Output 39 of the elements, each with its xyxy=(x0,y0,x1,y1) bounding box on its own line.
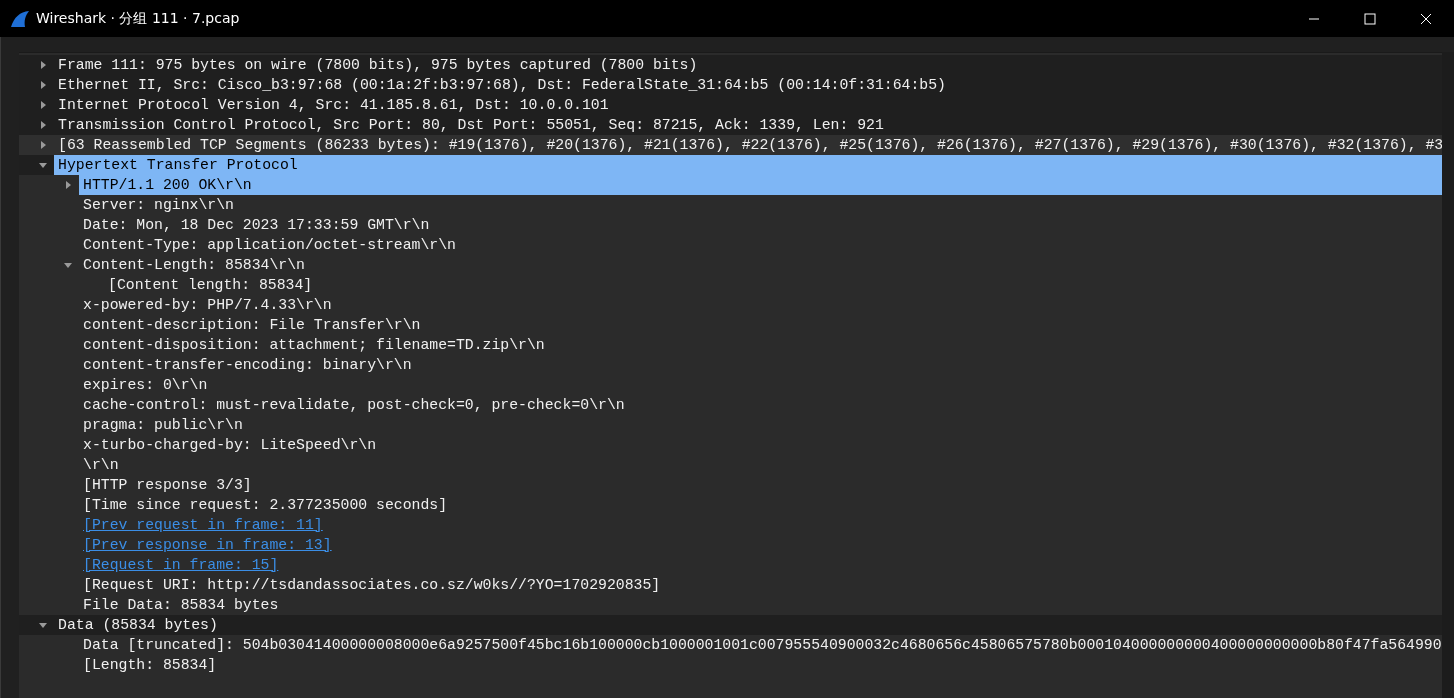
tree-item[interactable]: File Data: 85834 bytes xyxy=(79,595,1442,615)
window-title: Wireshark · 分组 111 · 7.pcap xyxy=(36,9,241,28)
collapse-arrow-icon[interactable] xyxy=(38,160,48,170)
tree-item[interactable]: Server: nginx\r\n xyxy=(79,195,1442,215)
tree-item[interactable]: \r\n xyxy=(79,455,1442,475)
tree-item[interactable]: Hypertext Transfer Protocol xyxy=(54,155,1442,175)
tree-item[interactable]: [Time since request: 2.377235000 seconds] xyxy=(79,495,1442,515)
tree-item[interactable]: expires: 0\r\n xyxy=(79,375,1442,395)
tree-item[interactable]: HTTP/1.1 200 OK\r\n xyxy=(79,175,1442,195)
maximize-icon xyxy=(1364,12,1376,25)
expand-arrow-icon[interactable] xyxy=(38,80,48,90)
collapse-arrow-icon[interactable] xyxy=(63,260,73,270)
tree-item[interactable]: Content-Length: 85834\r\n xyxy=(79,255,1442,275)
tree-item[interactable]: cache-control: must-revalidate, post-check=0, pre-check=0\r\n xyxy=(79,395,1442,415)
tree-item[interactable]: Data [truncated]: 504b03041400000008000e6a9257500f45bc16b100000cb1000001001c007955540900032c4680656c45806575780b000104000000000400000000000b80f47fa564990 xyxy=(79,635,1442,655)
frame-link[interactable]: [Prev response in frame: 13] xyxy=(79,535,1442,555)
tree-item[interactable]: x-turbo-charged-by: LiteSpeed\r\n xyxy=(79,435,1442,455)
tree-item[interactable]: [Request URI: http://tsdandassociates.co.sz/w0ks//?YO=1702920835] xyxy=(79,575,1442,595)
frame-link[interactable]: [Prev request in frame: 11] xyxy=(79,515,1442,535)
tree-item[interactable]: content-disposition: attachment; filename=TD.zip\r\n xyxy=(79,335,1442,355)
expand-arrow-icon[interactable] xyxy=(38,140,48,150)
frame-link[interactable]: [Request in frame: 15] xyxy=(79,555,1442,575)
scrollbar[interactable] xyxy=(1442,52,1454,698)
tree-item[interactable]: [Content length: 85834] xyxy=(104,275,1442,295)
tree-item[interactable]: pragma: public\r\n xyxy=(79,415,1442,435)
tree-item[interactable]: content-description: File Transfer\r\n xyxy=(79,315,1442,335)
expand-arrow-icon[interactable] xyxy=(38,100,48,110)
tree-item[interactable]: [HTTP response 3/3] xyxy=(79,475,1442,495)
shark-fin-icon xyxy=(10,8,30,29)
expand-arrow-icon[interactable] xyxy=(38,120,48,130)
close-icon xyxy=(1420,12,1432,25)
tree-item[interactable]: content-transfer-encoding: binary\r\n xyxy=(79,355,1442,375)
expand-arrow-icon[interactable] xyxy=(38,60,48,70)
collapse-arrow-icon[interactable] xyxy=(38,620,48,630)
tree-item[interactable]: [Length: 85834] xyxy=(79,655,1442,675)
tree-item[interactable]: Date: Mon, 18 Dec 2023 17:33:59 GMT\r\n xyxy=(79,215,1442,235)
tree-item[interactable]: x-powered-by: PHP/7.4.33\r\n xyxy=(79,295,1442,315)
expand-arrow-icon[interactable] xyxy=(63,180,73,190)
tree-item[interactable]: Content-Type: application/octet-stream\r\n xyxy=(79,235,1442,255)
